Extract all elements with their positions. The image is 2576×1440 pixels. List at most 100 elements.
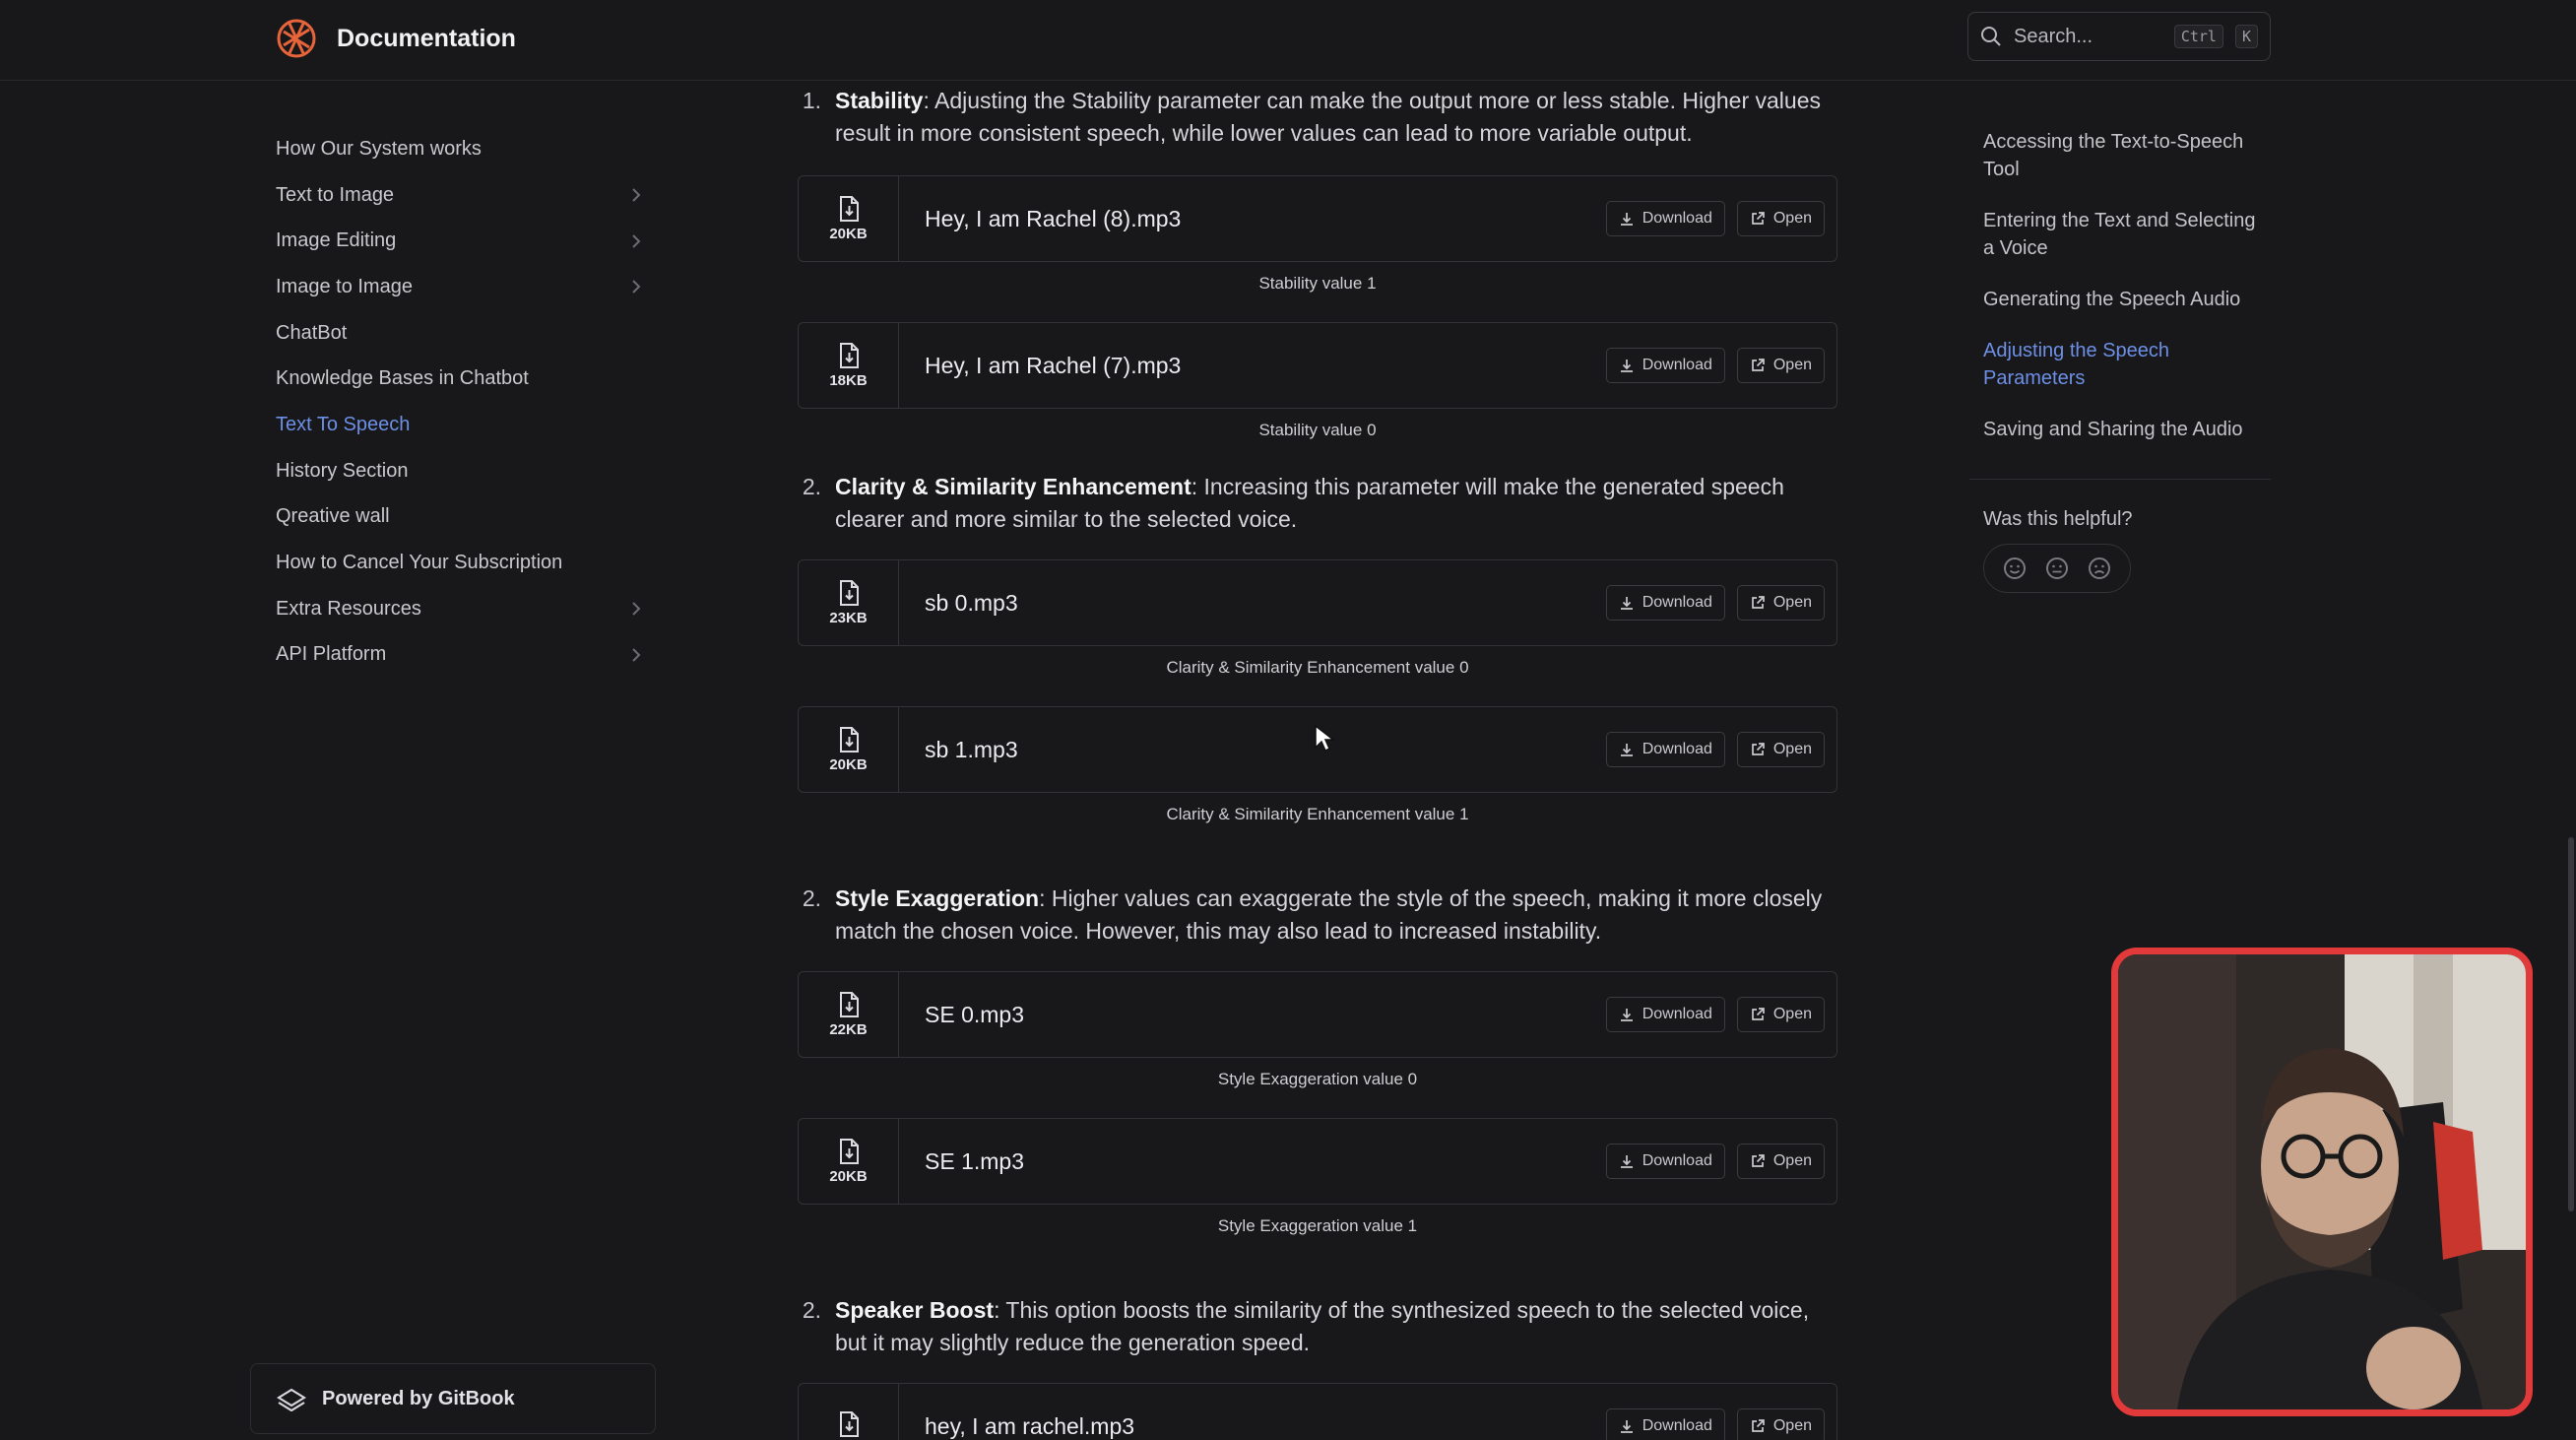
sidebar-item-label: Image Editing xyxy=(276,229,397,252)
download-button[interactable]: Download xyxy=(1605,348,1725,383)
toc-item[interactable]: Generating the Speech Audio xyxy=(1983,286,2269,313)
description-text: Style Exaggeration: Higher values can ex… xyxy=(835,883,1837,948)
search-input[interactable]: Search... Ctrl K xyxy=(1967,12,2271,61)
external-link-icon xyxy=(1752,1154,1765,1167)
external-link-icon xyxy=(1752,1419,1765,1432)
toc-item[interactable]: Entering the Text and Selecting a Voice xyxy=(1983,207,2269,262)
file-attachment: 20KB SE 1.mp3 Download Open xyxy=(798,1118,1837,1205)
sidebar-item[interactable]: Knowledge Bases in Chatbot xyxy=(276,356,650,402)
file-attachment: 22KB SE 0.mp3 Download Open xyxy=(798,971,1837,1058)
download-button[interactable]: Download xyxy=(1605,1144,1725,1179)
sidebar-item[interactable]: History Section xyxy=(276,448,650,494)
open-button[interactable]: Open xyxy=(1736,1144,1825,1179)
sidebar-item[interactable]: Image Editing xyxy=(276,218,650,264)
open-button[interactable]: Open xyxy=(1736,348,1825,383)
parameter-description: 2. Clarity & Similarity Enhancement: Incr… xyxy=(798,471,1837,536)
list-number: 2. xyxy=(802,474,821,499)
download-button[interactable]: Download xyxy=(1605,1408,1725,1440)
file-icon-cell: 23KB xyxy=(799,560,899,645)
file-icon-cell: 18KB xyxy=(799,323,899,408)
file-caption: Stability value 1 xyxy=(1258,274,1377,293)
external-link-icon xyxy=(1752,212,1765,225)
sidebar-item[interactable]: Text to Image xyxy=(276,172,650,219)
open-button[interactable]: Open xyxy=(1736,732,1825,767)
open-label: Open xyxy=(1772,1417,1812,1434)
open-label: Open xyxy=(1772,594,1812,611)
presenter-video-image xyxy=(2118,954,2526,1409)
brand[interactable]: Documentation xyxy=(276,18,516,59)
file-name: SE 0.mp3 xyxy=(925,1001,1024,1027)
parameter-description: 2. Speaker Boost: This option boosts the … xyxy=(798,1294,1837,1359)
file-caption: Clarity & Similarity Enhancement value 1 xyxy=(1166,805,1469,823)
sad-face-icon[interactable] xyxy=(2087,556,2112,581)
parameter-description: 2. Style Exaggeration: Higher values can … xyxy=(798,883,1837,948)
chevron-right-icon[interactable] xyxy=(630,278,642,295)
sidebar-item[interactable]: Image to Image xyxy=(276,264,650,310)
chevron-right-icon[interactable] xyxy=(630,186,642,204)
sidebar-item[interactable]: Text To Speech xyxy=(276,402,650,448)
neutral-face-icon[interactable] xyxy=(2044,556,2070,581)
file-size: 18KB xyxy=(829,371,868,389)
open-label: Open xyxy=(1772,741,1812,757)
file-icon-cell xyxy=(799,1384,899,1440)
sidebar-item[interactable]: ChatBot xyxy=(276,310,650,357)
sidebar-item[interactable]: Qreative wall xyxy=(276,494,650,541)
sidebar-item[interactable]: API Platform xyxy=(276,632,650,679)
file-icon-cell: 20KB xyxy=(799,707,899,792)
download-label: Download xyxy=(1642,210,1712,227)
file-name: Hey, I am Rachel (8).mp3 xyxy=(925,205,1182,231)
sidebar-item-label: ChatBot xyxy=(276,321,348,344)
open-label: Open xyxy=(1772,210,1812,227)
smile-face-icon[interactable] xyxy=(2002,556,2028,581)
gitbook-icon xyxy=(277,1388,306,1411)
toc-item[interactable]: Adjusting the Speech Parameters xyxy=(1983,337,2269,392)
chevron-right-icon[interactable] xyxy=(630,600,642,618)
external-link-icon xyxy=(1752,743,1765,755)
powered-by-gitbook[interactable]: Powered by GitBook xyxy=(250,1363,656,1434)
external-link-icon xyxy=(1752,596,1765,609)
download-button[interactable]: Download xyxy=(1605,732,1725,767)
sidebar-item[interactable]: How to Cancel Your Subscription xyxy=(276,540,650,586)
top-bar: Documentation Search... Ctrl K xyxy=(0,0,2576,81)
parameter-term: Clarity & Similarity Enhancement xyxy=(835,474,1191,499)
file-name: SE 1.mp3 xyxy=(925,1147,1024,1174)
chevron-right-icon[interactable] xyxy=(630,232,642,250)
download-icon xyxy=(1620,597,1633,610)
download-button[interactable]: Download xyxy=(1605,585,1725,621)
external-link-icon xyxy=(1752,1008,1765,1020)
sidebar-item[interactable]: How Our System works xyxy=(276,126,650,172)
download-button[interactable]: Download xyxy=(1605,201,1725,236)
download-button[interactable]: Download xyxy=(1605,997,1725,1032)
file-attachment: hey, I am rachel.mp3 Download Open xyxy=(798,1383,1837,1440)
file-size: 22KB xyxy=(829,1020,868,1038)
sidebar-item-label: API Platform xyxy=(276,643,387,666)
download-label: Download xyxy=(1642,1152,1712,1169)
file-name: hey, I am rachel.mp3 xyxy=(925,1412,1135,1439)
list-number: 2. xyxy=(802,1297,821,1323)
open-button[interactable]: Open xyxy=(1736,585,1825,621)
parameter-text: : Adjusting the Stability parameter can … xyxy=(835,88,1822,146)
file-download-icon xyxy=(839,1411,859,1437)
logo-icon xyxy=(277,19,316,58)
open-button[interactable]: Open xyxy=(1736,997,1825,1032)
table-of-contents: Accessing the Text-to-Speech Tool Enterin… xyxy=(1983,128,2269,467)
sidebar-item[interactable]: Extra Resources xyxy=(276,586,650,632)
file-size: 20KB xyxy=(829,1167,868,1185)
chevron-right-icon[interactable] xyxy=(630,646,642,664)
download-icon xyxy=(1620,213,1633,226)
sidebar-item-label: How Our System works xyxy=(276,137,482,160)
toc-item[interactable]: Saving and Sharing the Audio xyxy=(1983,416,2269,443)
parameter-term: Stability xyxy=(835,88,924,113)
toc-item[interactable]: Accessing the Text-to-Speech Tool xyxy=(1983,128,2269,183)
open-button[interactable]: Open xyxy=(1736,201,1825,236)
file-download-icon xyxy=(839,195,859,222)
scrollbar-thumb[interactable] xyxy=(2568,837,2574,1211)
description-text: Clarity & Similarity Enhancement: Increa… xyxy=(835,471,1837,536)
file-caption: Style Exaggeration value 1 xyxy=(1217,1216,1418,1235)
open-button[interactable]: Open xyxy=(1736,1408,1825,1440)
download-icon xyxy=(1620,1420,1633,1433)
search-placeholder: Search... xyxy=(2014,25,2093,47)
open-label: Open xyxy=(1772,1006,1812,1022)
description-text: Stability: Adjusting the Stability param… xyxy=(835,85,1837,150)
file-size: 20KB xyxy=(829,755,868,773)
